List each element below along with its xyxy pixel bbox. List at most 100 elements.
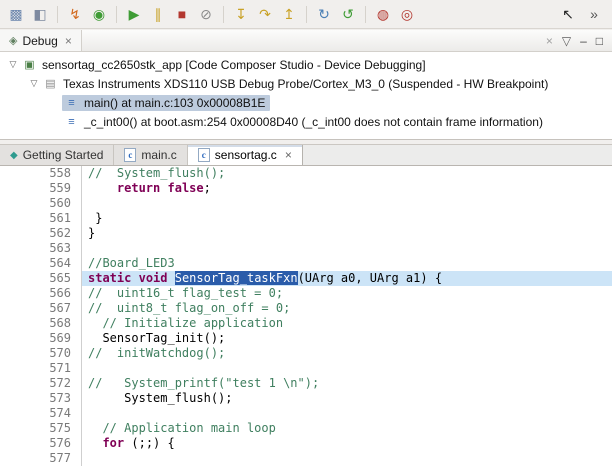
debug-tree-row[interactable]: ≡ _c_int00() at boot.asm:254 0x00008D40 (… [0,112,612,131]
stack-frame-icon: ≡ [68,96,75,109]
annotation-ruler[interactable] [0,361,16,376]
minimize-view-button[interactable]: – [580,34,587,48]
code-line[interactable]: 562} [0,226,612,241]
code-line[interactable]: 569 SensorTag_init(); [0,331,612,346]
code-line[interactable]: 565 static void SensorTag_taskFxn(UArg a0… [0,271,612,286]
view-menu-button[interactable]: ▽ [562,34,571,48]
save-button[interactable]: ◧ [30,4,50,24]
code-line[interactable]: 574 [0,406,612,421]
resume-button[interactable]: ▶ [124,4,144,24]
debug-probe-icon: ▤ [45,78,56,90]
code-line[interactable]: 573 System_flush(); [0,391,612,406]
code-line[interactable]: 558 // System_flush(); [0,166,612,181]
expander-icon[interactable]: ▽ [27,78,41,89]
debug-tree-row[interactable]: ▽ ▤ Texas Instruments XDS110 USB Debug Pro… [0,74,612,93]
code-token: // Initialize application [88,316,284,330]
debug-view-close-icon[interactable]: × [65,34,72,48]
code-line[interactable]: 564 //Board_LED3 [0,256,612,271]
code-line[interactable]: 559 return false; [0,181,612,196]
code-line[interactable]: 566 // uint16_t flag_test = 0; [0,286,612,301]
code-line[interactable]: 567 // uint8_t flag_on_off = 0; [0,301,612,316]
line-number: 558 [16,166,82,181]
annotation-ruler[interactable] [0,451,16,466]
debug-view-tab[interactable]: ◈ Debug × [0,30,82,51]
code-line[interactable]: 560 [0,196,612,211]
reset-button[interactable]: ↻ [314,4,334,24]
profile-button[interactable]: ◍ [373,4,393,24]
annotation-ruler[interactable] [0,436,16,451]
code-line-content: // uint8_t flag_on_off = 0; [82,301,612,316]
remove-all-terminated-button[interactable]: × [546,34,553,48]
tab-close-icon[interactable]: × [285,148,292,162]
code-line[interactable]: 577 [0,451,612,466]
annotation-ruler[interactable] [0,331,16,346]
annotation-ruler[interactable] [0,181,16,196]
annotation-ruler[interactable] [0,376,16,391]
selected-text: SensorTag_taskFxn [174,271,298,285]
annotation-ruler[interactable] [0,346,16,361]
annotation-ruler[interactable] [0,301,16,316]
pointer-mode-button[interactable]: ↖ [558,4,578,24]
restart-button[interactable]: ↺ [338,4,358,24]
annotation-ruler[interactable] [0,286,16,301]
new-wizard-button[interactable]: ▩ [6,4,26,24]
annotation-ruler[interactable] [0,271,16,286]
tree-row-content: ▣ sensortag_cc2650stk_app [Code Composer … [20,57,431,73]
step-over-button[interactable]: ↷ [255,4,275,24]
code-line[interactable]: 570 // initWatchdog(); [0,346,612,361]
annotation-ruler[interactable] [0,241,16,256]
code-line[interactable]: 561 } [0,211,612,226]
line-number: 572 [16,376,82,391]
step-return-button[interactable]: ↥ [279,4,299,24]
toolbar-overflow-button[interactable]: » [584,4,604,24]
annotation-ruler[interactable] [0,316,16,331]
code-token: // System_flush(); [88,166,226,180]
debug-view-toolbar: × ▽ – □ [546,34,612,48]
trace-button[interactable]: ◎ [397,4,417,24]
code-editor[interactable]: 558// System_flush(); 559 return false; 56… [0,166,612,467]
annotation-ruler[interactable] [0,256,16,271]
line-number: 562 [16,226,82,241]
line-number: 574 [16,406,82,421]
code-line[interactable]: 575 // Application main loop [0,421,612,436]
debug-tree-row[interactable]: ▽ ▣ sensortag_cc2650stk_app [Code Composer… [0,55,612,74]
code-line-content [82,196,612,211]
code-token: // initWatchdog(); [88,346,226,360]
code-line[interactable]: 563 [0,241,612,256]
step-into-button[interactable]: ↧ [231,4,251,24]
maximize-view-button[interactable]: □ [596,34,603,48]
annotation-ruler[interactable] [0,166,16,181]
annotation-ruler[interactable] [0,421,16,436]
disconnect-button[interactable]: ⊘ [196,4,216,24]
code-line-content: System_flush(); [82,391,612,406]
debug-button[interactable]: ◉ [89,4,109,24]
annotation-ruler[interactable] [0,196,16,211]
debug-session-icon: ▣ [24,59,35,71]
annotation-ruler[interactable] [0,226,16,241]
code-line[interactable]: 576 for (;;) { [0,436,612,451]
annotation-ruler[interactable] [0,406,16,421]
line-number: 573 [16,391,82,406]
annotation-ruler[interactable] [0,211,16,226]
terminate-button[interactable]: ■ [172,4,192,24]
editor-tab-sensortag-c[interactable]: c sensortag.c × [187,145,303,165]
code-line[interactable]: 571 [0,361,612,376]
flash-button[interactable]: ↯ [65,4,85,24]
code-line[interactable]: 572 // System_printf("test 1 \n"); [0,376,612,391]
debug-panel: ◈ Debug × × ▽ – □ ▽ ▣ sensortag_cc2650stk_app… [0,30,612,140]
line-number: 564 [16,256,82,271]
code-line-content: // Initialize application [82,316,612,331]
editor-tab-getting-started[interactable]: ◆ Getting Started [0,145,115,165]
toolbar-separator [365,5,366,23]
code-line[interactable]: 568 // Initialize application [0,316,612,331]
annotation-ruler[interactable] [0,391,16,406]
debug-tree-row[interactable]: ≡ main() at main.c:103 0x00008B1E [0,93,612,112]
editor-tab-main-c[interactable]: c main.c [114,145,188,165]
expander-icon[interactable]: ▽ [6,59,20,70]
line-number: 575 [16,421,82,436]
suspend-button[interactable]: ∥ [148,4,168,24]
code-line-content: static void SensorTag_taskFxn(UArg a0, U… [82,271,612,286]
